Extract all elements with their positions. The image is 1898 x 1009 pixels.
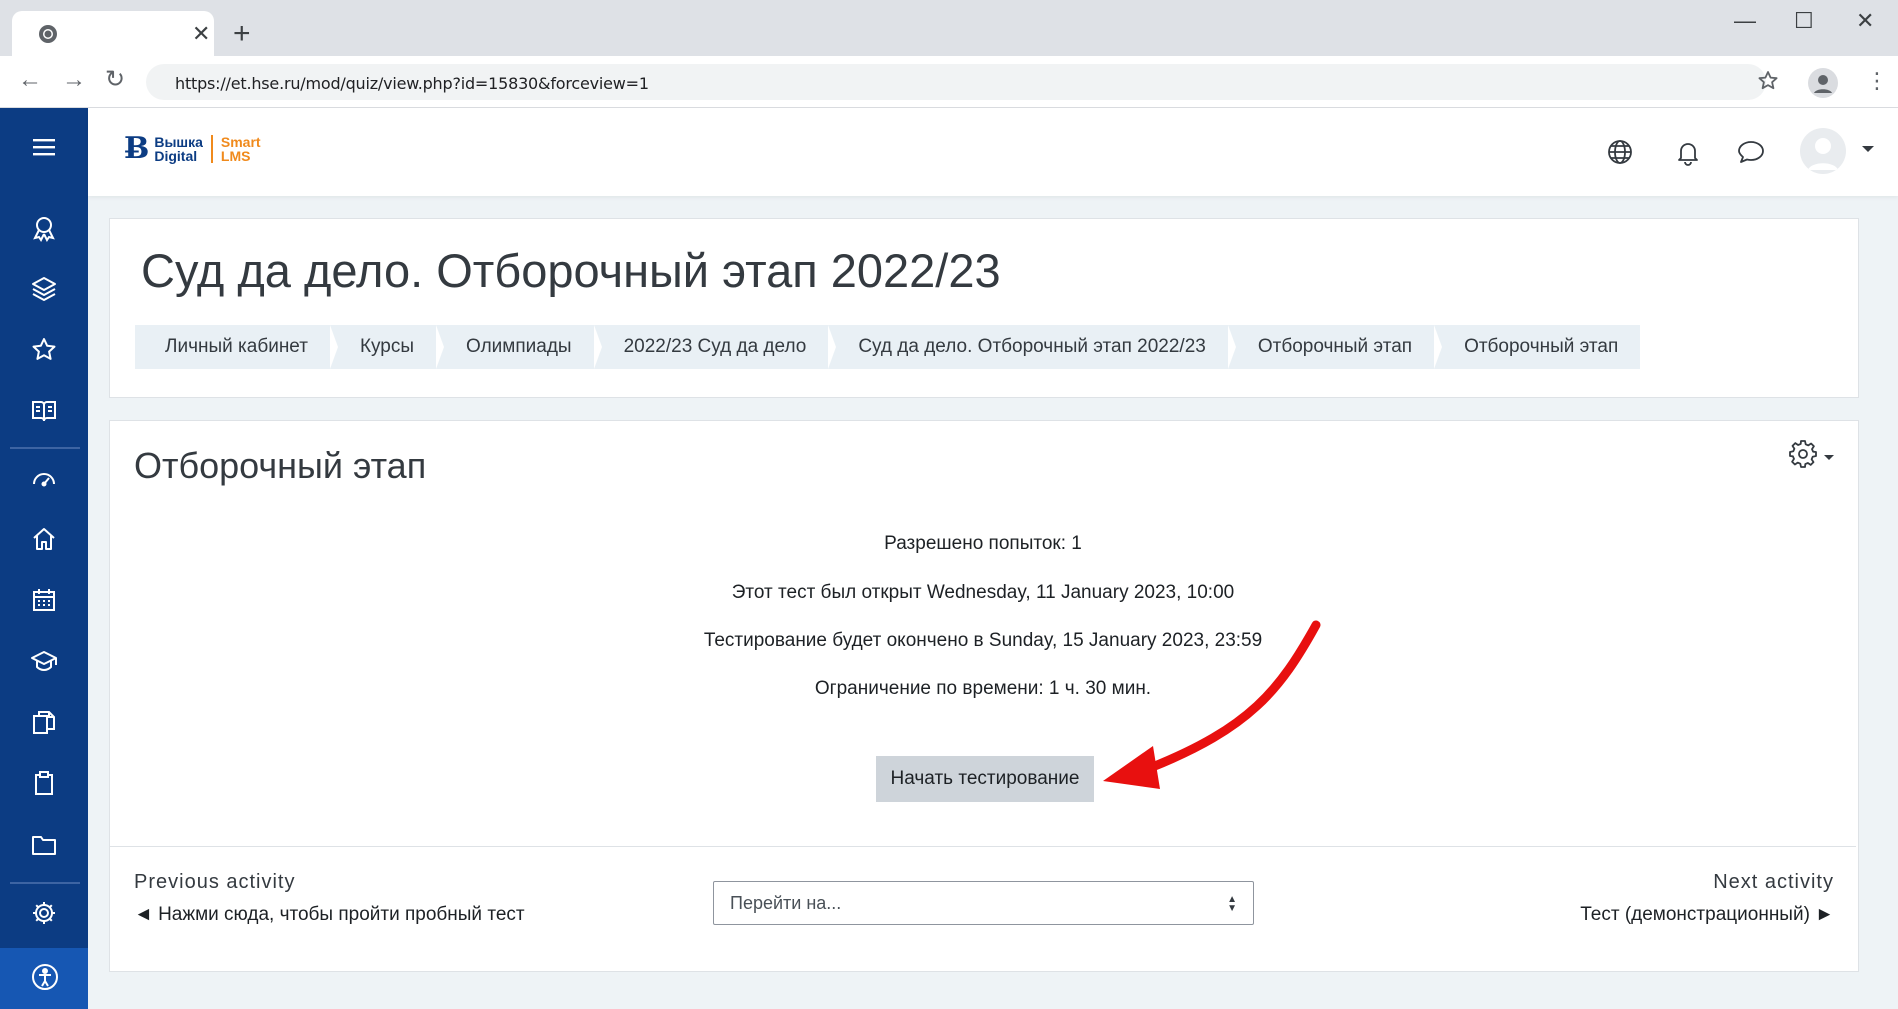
previous-activity-label: Previous activity xyxy=(134,871,296,893)
breadcrumb-item-current[interactable]: Отборочный этап xyxy=(1434,325,1640,369)
calendar-icon[interactable] xyxy=(28,584,60,616)
accessibility-button[interactable] xyxy=(0,948,88,1009)
back-icon[interactable]: ← xyxy=(18,68,42,92)
gear-caret-icon xyxy=(1824,454,1834,460)
logo-mark: Ƀ xyxy=(124,131,150,166)
previous-activity-link[interactable]: ◄ Нажми сюда, чтобы пройти пробный тест xyxy=(134,904,525,926)
messages-chat-icon[interactable] xyxy=(1736,138,1766,166)
breadcrumb: Личный кабинет Курсы Олимпиады 2022/23 С… xyxy=(135,325,1641,369)
next-activity-label: Next activity xyxy=(1713,871,1834,893)
breadcrumb-item[interactable]: Отборочный этап xyxy=(1228,325,1443,369)
home-icon[interactable] xyxy=(28,523,60,555)
quiz-title: Отборочный этап xyxy=(134,445,427,486)
time-limit: Ограничение по времени: 1 ч. 30 мин. xyxy=(814,678,1152,699)
logo-line1: Вышка xyxy=(154,134,203,150)
next-activity-link[interactable]: Тест (демонстрационный) ► xyxy=(1580,904,1834,926)
select-arrows-icon: ▲ ▼ xyxy=(1227,894,1237,914)
browser-toolbar: ← → ↻ https://et.hse.ru/mod/quiz/view.ph… xyxy=(0,56,1898,108)
logo-line2: Digital xyxy=(154,148,198,164)
forward-icon[interactable]: → xyxy=(62,68,86,92)
breadcrumb-item[interactable]: Олимпиады xyxy=(436,325,602,369)
layers-icon[interactable] xyxy=(28,273,60,305)
browser-tabstrip: ✕ + — ☐ ✕ xyxy=(0,0,1898,56)
quiz-opened: Этот тест был открыт Wednesday, 11 Janua… xyxy=(731,582,1235,603)
graduation-icon[interactable] xyxy=(28,645,60,677)
language-globe-icon[interactable] xyxy=(1606,138,1634,166)
gear-icon xyxy=(1789,440,1817,468)
tab-close-icon[interactable]: ✕ xyxy=(192,23,210,45)
sidebar-divider xyxy=(10,882,80,884)
reload-icon[interactable]: ↻ xyxy=(105,68,125,92)
sidebar-divider xyxy=(10,447,80,449)
logo-separator xyxy=(210,135,213,163)
browser-menu-icon[interactable]: ⋮ xyxy=(1866,70,1888,92)
page-header-card: Суд да дело. Отборочный этап 2022/23 Лич… xyxy=(109,218,1859,398)
files-icon[interactable] xyxy=(28,706,60,738)
page-title: Суд да дело. Отборочный этап 2022/23 xyxy=(141,244,1001,297)
lms-page: Ƀ Вышка Digital Smart LMS Суд да дело. О… xyxy=(0,108,1898,1009)
jump-to-select[interactable]: Перейти на... ▲ ▼ xyxy=(713,881,1254,925)
notifications-bell-icon[interactable] xyxy=(1674,138,1702,166)
logo-smart: Smart xyxy=(220,134,261,150)
minimize-button[interactable]: — xyxy=(1734,8,1756,34)
breadcrumb-item[interactable]: Личный кабинет xyxy=(135,325,338,369)
settings-icon[interactable] xyxy=(28,897,60,929)
breadcrumb-item[interactable]: Курсы xyxy=(330,325,445,369)
star-icon[interactable] xyxy=(28,334,60,366)
user-avatar[interactable] xyxy=(1800,128,1846,174)
menu-toggle-icon[interactable] xyxy=(28,131,60,163)
window-close-button[interactable]: ✕ xyxy=(1856,8,1874,34)
clipboard-icon[interactable] xyxy=(28,767,60,799)
url-text: https://et.hse.ru/mod/quiz/view.php?id=1… xyxy=(175,74,649,93)
breadcrumb-item[interactable]: Суд да дело. Отборочный этап 2022/23 xyxy=(828,325,1236,369)
activity-actions-menu[interactable] xyxy=(1788,439,1834,469)
quiz-card: Отборочный этап Разрешено попыток: 1 Это… xyxy=(109,420,1859,972)
footer-divider xyxy=(110,846,1856,847)
start-attempt-button[interactable]: Начать тестирование xyxy=(876,756,1094,802)
browser-tab[interactable]: ✕ xyxy=(12,11,214,56)
jump-to-value: Перейти на... xyxy=(730,893,842,913)
book-icon[interactable] xyxy=(28,395,60,427)
left-sidebar xyxy=(0,108,88,1009)
new-tab-button[interactable]: + xyxy=(233,19,251,49)
badges-icon[interactable] xyxy=(28,212,60,244)
logo-lms: LMS xyxy=(220,148,251,164)
quiz-closes: Тестирование будет окончено в Sunday, 15… xyxy=(703,630,1263,651)
address-bar[interactable]: https://et.hse.ru/mod/quiz/view.php?id=1… xyxy=(146,64,1766,100)
hse-logo[interactable]: Ƀ Вышка Digital Smart LMS xyxy=(124,134,261,164)
folder-icon[interactable] xyxy=(28,828,60,860)
browser-profile-icon[interactable] xyxy=(1808,68,1838,98)
top-navbar: Ƀ Вышка Digital Smart LMS xyxy=(88,108,1898,196)
maximize-button[interactable]: ☐ xyxy=(1794,8,1814,34)
chrome-favicon-icon xyxy=(39,25,57,43)
breadcrumb-item[interactable]: 2022/23 Суд да дело xyxy=(594,325,837,369)
dashboard-icon[interactable] xyxy=(28,462,60,494)
user-menu-caret-icon[interactable] xyxy=(1862,146,1874,152)
bookmark-star-icon[interactable] xyxy=(1756,69,1780,93)
accessibility-icon xyxy=(32,964,58,990)
attempts-allowed: Разрешено попыток: 1 xyxy=(884,533,1082,554)
